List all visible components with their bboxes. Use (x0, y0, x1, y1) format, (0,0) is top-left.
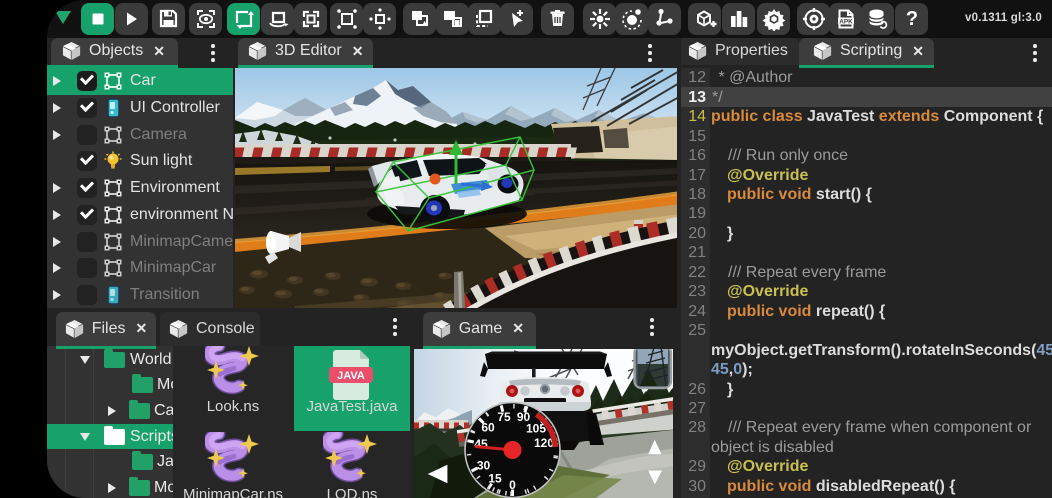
svg-text:75: 75 (497, 410, 511, 424)
svg-text:?: ? (905, 8, 917, 30)
svg-text:APK: APK (839, 18, 853, 25)
svg-text:30: 30 (477, 458, 491, 472)
svg-text:JAVA: JAVA (337, 370, 365, 382)
